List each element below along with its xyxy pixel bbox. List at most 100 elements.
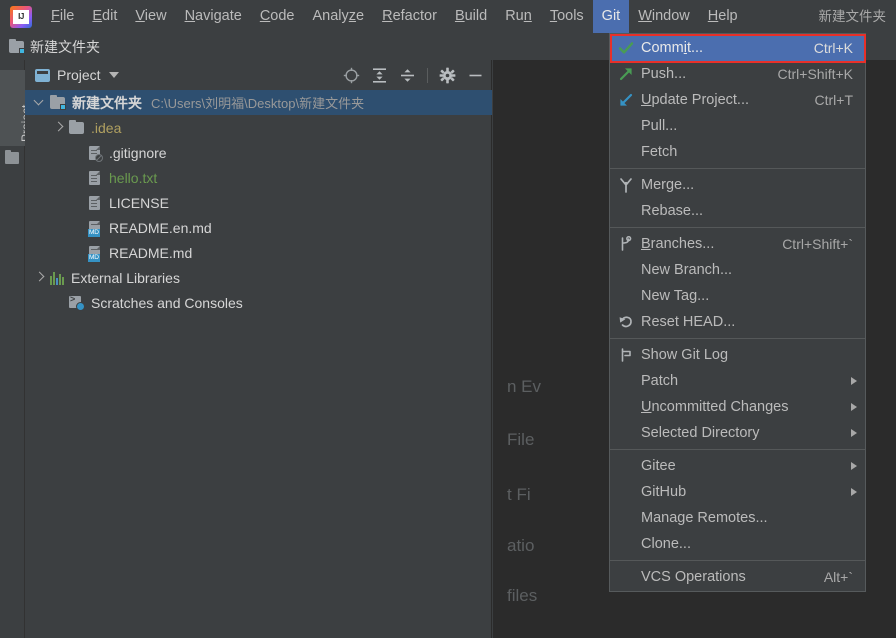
branch-icon (618, 235, 634, 252)
push-arrow-icon (618, 66, 634, 82)
menu-window[interactable]: Window (629, 0, 699, 33)
menu-build[interactable]: Build (446, 0, 496, 33)
git-menu-item-label: Show Git Log (641, 347, 729, 363)
locate-file-icon[interactable] (343, 67, 360, 84)
intellij-idea-logo-icon (10, 5, 32, 28)
git-menu-item-label: Fetch (641, 144, 678, 160)
hide-icon[interactable] (467, 67, 484, 84)
menu-view[interactable]: View (126, 0, 175, 33)
tree-row[interactable]: .gitignore (25, 140, 492, 165)
gear-icon[interactable] (439, 67, 456, 84)
file-ignored-icon (88, 145, 103, 162)
tree-row[interactable]: hello.txt (25, 165, 492, 190)
git-menu-item-label: Reset HEAD... (641, 314, 736, 330)
menu-file[interactable]: File (42, 0, 83, 33)
chevron-right-icon (851, 488, 857, 496)
menu-label: Window (638, 8, 690, 24)
git-menu-item-show-git-log[interactable]: Show Git Log (610, 342, 865, 368)
editor-hint-line: n Ev (507, 377, 542, 396)
git-menu-item-fetch[interactable]: Fetch (610, 139, 865, 165)
menu-label: Help (707, 8, 738, 24)
editor-hint-line: files (507, 586, 538, 605)
editor-hint-line: atio (507, 536, 535, 555)
folder-vcs-icon (50, 94, 66, 110)
project-tool-window: Project 新建文件夹 C:\Users\刘明福\Desktop\新建文件夹… (25, 60, 492, 638)
git-menu-item-label: Manage Remotes... (641, 510, 768, 526)
git-menu-item-label: New Tag... (641, 288, 710, 304)
git-log-icon (618, 347, 634, 363)
window-title: 新建文件夹 (818, 9, 887, 24)
tree-row[interactable]: MD README.md (25, 240, 492, 265)
git-menu-item-label: Push... (641, 66, 687, 82)
git-menu-item-label: Merge... (641, 177, 695, 193)
tree-row[interactable]: .idea (25, 115, 492, 140)
tool-window-button-project[interactable]: Project (0, 70, 33, 146)
folder-icon[interactable] (5, 150, 19, 164)
expand-all-icon[interactable] (371, 67, 388, 84)
collapse-all-icon[interactable] (399, 67, 416, 84)
tree-row[interactable]: Scratches and Consoles (25, 290, 492, 315)
file-text-icon (88, 170, 102, 186)
git-menu-item-selected-directory[interactable]: Selected Directory (610, 420, 865, 446)
menu-separator (610, 338, 865, 339)
menu-analyze[interactable]: Analyze (304, 0, 374, 33)
git-menu-item-label: Selected Directory (641, 425, 760, 441)
project-panel-title[interactable]: Project (57, 67, 101, 83)
chevron-down-icon[interactable] (35, 98, 44, 107)
file-markdown-icon: MD (88, 245, 102, 262)
git-menu-item-new-tag[interactable]: New Tag... (610, 283, 865, 309)
menu-run[interactable]: Run (496, 0, 541, 33)
git-menu-item-gitee[interactable]: Gitee (610, 453, 865, 479)
menu-tools[interactable]: Tools (541, 0, 593, 33)
tree-row[interactable]: MD README.en.md (25, 215, 492, 240)
git-menu-item-branches[interactable]: Branches... Ctrl+Shift+` (610, 231, 865, 257)
git-menu-item-github[interactable]: GitHub (610, 479, 865, 505)
git-menu-item-push[interactable]: Push... Ctrl+Shift+K (610, 61, 865, 87)
tree-row-label: README.en.md (109, 219, 212, 236)
menu-separator (610, 168, 865, 169)
menu-code[interactable]: Code (251, 0, 304, 33)
menu-navigate[interactable]: Navigate (176, 0, 251, 33)
git-menu-item-reset-head[interactable]: Reset HEAD... (610, 309, 865, 335)
menu-label: Analyze (312, 8, 365, 24)
git-menu-item-new-branch[interactable]: New Branch... (610, 257, 865, 283)
folder-vcs-icon (9, 38, 25, 54)
breadcrumb-label[interactable]: 新建文件夹 (30, 37, 100, 57)
menu-label: Git (601, 8, 621, 24)
file-markdown-icon: MD (88, 220, 102, 237)
tree-row-label: 新建文件夹 (72, 94, 142, 111)
git-menu-item-merge[interactable]: Merge... (610, 172, 865, 198)
menu-help[interactable]: Help (699, 0, 747, 33)
tree-row-label: hello.txt (109, 169, 158, 186)
chevron-right-icon (851, 462, 857, 470)
menu-git[interactable]: Git (592, 0, 630, 33)
menu-refactor[interactable]: Refactor (373, 0, 446, 33)
git-menu-item-pull[interactable]: Pull... (610, 113, 865, 139)
git-menu-item-vcs-operations[interactable]: VCS Operations Alt+` (610, 564, 865, 590)
menu-label: View (135, 8, 167, 24)
git-menu-item-patch[interactable]: Patch (610, 368, 865, 394)
git-menu-item-label: New Branch... (641, 262, 733, 278)
intellij-idea-window: File Edit View Navigate Code Analyze Refactor B… (0, 0, 896, 638)
chevron-right-icon[interactable] (35, 273, 44, 282)
git-menu-item-rebase[interactable]: Rebase... (610, 198, 865, 224)
menu-edit[interactable]: Edit (83, 0, 126, 33)
chevron-down-icon[interactable] (108, 72, 119, 78)
git-menu-item-commit[interactable]: Commit... Ctrl+K (610, 35, 865, 61)
tree-row[interactable]: LICENSE (25, 190, 492, 215)
git-menu-item-manage-remotes[interactable]: Manage Remotes... (610, 505, 865, 531)
git-menu-item-clone[interactable]: Clone... (610, 531, 865, 557)
menu-label: Navigate (184, 8, 242, 24)
tree-row-label: LICENSE (109, 194, 169, 211)
tree-row[interactable]: External Libraries (25, 265, 492, 290)
menu-label: Refactor (382, 8, 437, 24)
git-menu-item-shortcut: Ctrl+Shift+` (782, 236, 853, 252)
git-menu-item-label: Uncommitted Changes (641, 399, 789, 415)
chevron-right-icon[interactable] (54, 123, 63, 132)
git-menu-item-uncommitted-changes[interactable]: Uncommitted Changes (610, 394, 865, 420)
menu-separator (610, 449, 865, 450)
tree-row[interactable]: 新建文件夹 C:\Users\刘明福\Desktop\新建文件夹 (25, 90, 492, 115)
git-menu-item-shortcut: Ctrl+T (814, 92, 854, 108)
menu-label: Code (259, 8, 295, 24)
git-menu-item-update-project[interactable]: Update Project... Ctrl+T (610, 87, 865, 113)
